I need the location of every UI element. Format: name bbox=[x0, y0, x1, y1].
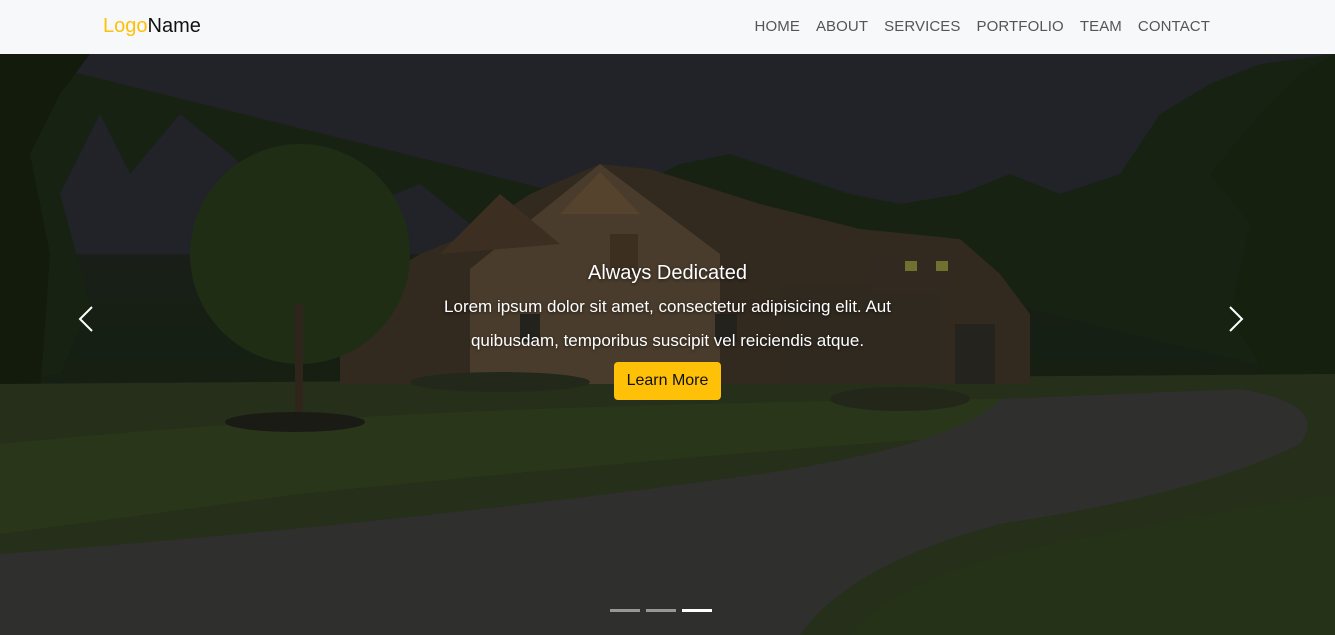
hero-caption: Always Dedicated Lorem ipsum dolor sit a… bbox=[0, 260, 1335, 400]
hero-heading: Always Dedicated bbox=[588, 262, 747, 284]
hero-text: Lorem ipsum dolor sit amet, consectetur … bbox=[444, 297, 891, 350]
nav-services[interactable]: SERVICES bbox=[876, 0, 968, 54]
brand-logo-part: Logo bbox=[103, 15, 148, 37]
carousel-indicators bbox=[610, 609, 712, 612]
carousel-indicator-active[interactable] bbox=[682, 609, 712, 612]
carousel-next-button[interactable] bbox=[1220, 304, 1250, 334]
nav-about[interactable]: ABOUT bbox=[808, 0, 876, 54]
nav-portfolio[interactable]: PORTFOLIO bbox=[969, 0, 1072, 54]
navbar: LogoName HOME ABOUT SERVICES PORTFOLIO T… bbox=[0, 0, 1335, 54]
chevron-left-icon bbox=[78, 306, 93, 332]
carousel-prev-button[interactable] bbox=[72, 304, 102, 334]
chevron-right-icon bbox=[1229, 306, 1244, 332]
nav-home[interactable]: HOME bbox=[747, 0, 808, 54]
main-nav: HOME ABOUT SERVICES PORTFOLIO TEAM CONTA… bbox=[747, 0, 1218, 54]
carousel-indicator[interactable] bbox=[610, 609, 640, 612]
nav-contact[interactable]: CONTACT bbox=[1130, 0, 1218, 54]
carousel-indicator[interactable] bbox=[646, 609, 676, 612]
brand-name-part: Name bbox=[147, 15, 201, 37]
learn-more-button[interactable]: Learn More bbox=[613, 362, 722, 400]
hero-carousel: Always Dedicated Lorem ipsum dolor sit a… bbox=[0, 54, 1335, 635]
nav-team[interactable]: TEAM bbox=[1072, 0, 1130, 54]
brand-logo[interactable]: LogoName bbox=[103, 14, 201, 38]
